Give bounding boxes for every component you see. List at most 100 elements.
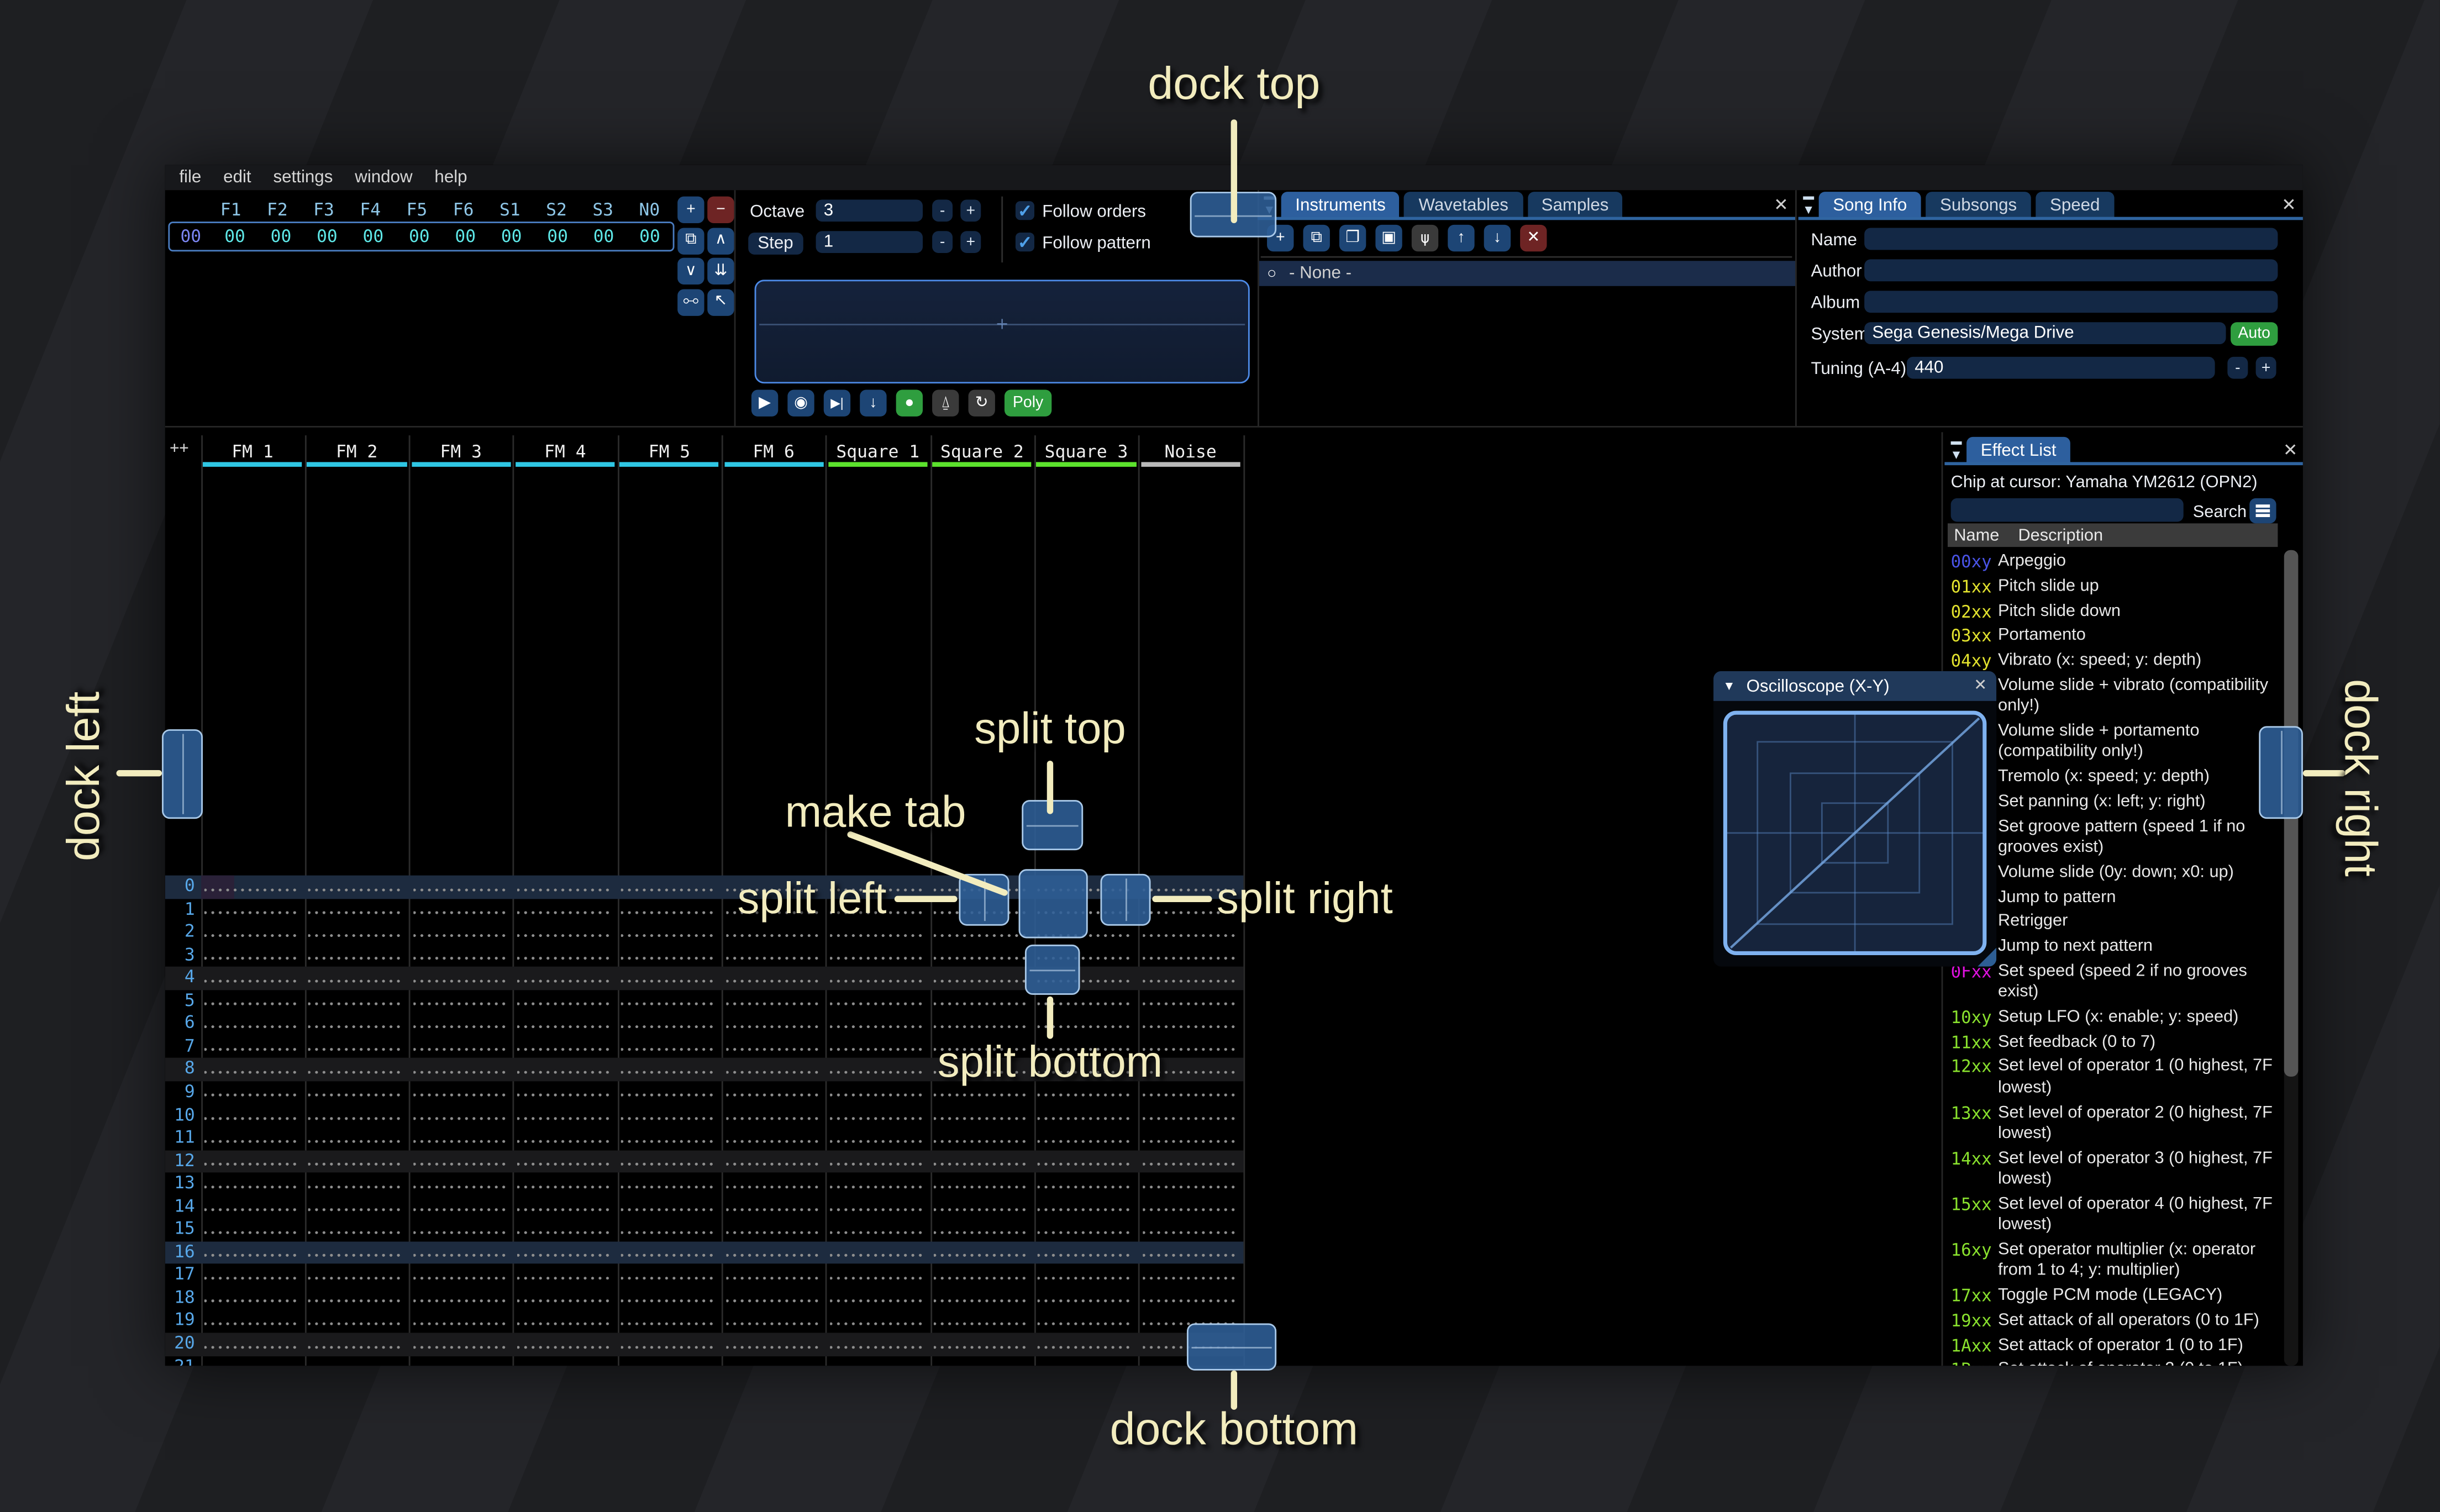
pattern-cell[interactable] [517, 1126, 612, 1150]
move-instrument-down-button[interactable]: ↓ [1484, 224, 1511, 252]
pattern-cell[interactable] [204, 1126, 299, 1150]
pattern-cell[interactable] [413, 1126, 508, 1150]
follow-pattern-label[interactable]: Follow pattern [1042, 234, 1151, 253]
pattern-cell[interactable] [829, 1172, 925, 1196]
pattern-cell[interactable] [413, 921, 508, 944]
effect-row-02xx[interactable]: 02xx Pitch slide down [1948, 599, 2278, 624]
remove-order-button[interactable]: − [707, 196, 734, 223]
pattern-cell[interactable] [308, 1310, 404, 1333]
pattern-cell[interactable] [621, 1150, 716, 1173]
pattern-cell[interactable] [517, 1172, 612, 1196]
menu-help[interactable]: help [434, 168, 467, 187]
effect-row-06xy[interactable]: 06xyVolume slide + portamento (compatibi… [1948, 720, 2278, 766]
pattern-cell[interactable] [1038, 1241, 1133, 1265]
pattern-cell[interactable] [725, 1104, 821, 1127]
pattern-cell[interactable] [308, 1241, 404, 1265]
pattern-cell[interactable] [934, 944, 1029, 967]
play-row-button[interactable]: ▶| [823, 389, 851, 417]
name-input[interactable] [1864, 228, 2278, 250]
pattern-cell[interactable] [829, 921, 925, 944]
pattern-row-3[interactable]: 3 [165, 944, 1244, 967]
effect-row-03xx[interactable]: 03xx Portamento [1948, 624, 2278, 649]
pattern-cell[interactable] [204, 967, 299, 990]
save-instrument-button[interactable]: ▣ [1375, 224, 1402, 252]
order-cell[interactable]: 00 [396, 226, 442, 247]
pattern-cell[interactable] [413, 989, 508, 1013]
pattern-row-15[interactable]: 15 [165, 1218, 1244, 1241]
effect-list-menu-button[interactable] [2249, 498, 2276, 524]
pattern-cell[interactable] [725, 944, 821, 967]
pattern-cell[interactable] [829, 1355, 925, 1366]
pattern-cell[interactable] [934, 1013, 1029, 1036]
pattern-cell[interactable] [517, 1058, 612, 1082]
pattern-cell[interactable] [725, 1150, 821, 1173]
pattern-cell[interactable] [725, 921, 821, 944]
split-target-left[interactable] [959, 873, 1009, 926]
octave-input[interactable] [816, 199, 923, 222]
pattern-cell[interactable] [934, 1150, 1029, 1173]
pattern-row-10[interactable]: 10 [165, 1104, 1244, 1127]
pattern-cell[interactable] [204, 1218, 299, 1241]
tab-song-info[interactable]: Song Info [1818, 192, 1921, 219]
pattern-cell[interactable] [517, 989, 612, 1013]
pattern-cell[interactable] [517, 1310, 612, 1333]
effect-row-1Bxx[interactable]: 1BxxSet attack of operator 2 (0 to 1F) [1948, 1358, 2278, 1366]
pattern-cell[interactable] [621, 1264, 716, 1287]
pattern-cell[interactable] [934, 1104, 1029, 1127]
expand-channels-button[interactable]: ++ [170, 440, 188, 457]
pattern-cell[interactable] [517, 898, 612, 921]
effect-row-01xx[interactable]: 01xx Pitch slide up [1948, 575, 2278, 600]
pattern-cell[interactable] [413, 944, 508, 967]
step-input[interactable] [816, 231, 923, 254]
pattern-cell[interactable] [621, 1126, 716, 1150]
pattern-cell[interactable] [1142, 1287, 1237, 1310]
pattern-cell[interactable] [621, 1013, 716, 1036]
tuning-minus-button[interactable]: - [2227, 356, 2248, 379]
pattern-cell[interactable] [829, 1218, 925, 1241]
pattern-cell[interactable] [413, 1264, 508, 1287]
delete-instrument-button[interactable]: ✕ [1520, 224, 1547, 252]
pattern-row-6[interactable]: 6 [165, 1013, 1244, 1036]
pattern-cell[interactable] [1038, 1332, 1133, 1356]
order-cell[interactable]: 00 [304, 226, 350, 247]
order-row[interactable]: 00 00 00 00 00 00 00 00 00 00 00 [168, 222, 675, 252]
pattern-cell[interactable] [829, 1241, 925, 1265]
tab-list-dropdown-icon[interactable]: ▬▼ [1800, 190, 1817, 217]
pattern-cell[interactable] [621, 1104, 716, 1127]
menu-settings[interactable]: settings [273, 168, 333, 187]
pattern-cell[interactable] [517, 921, 612, 944]
effect-row-00xy[interactable]: 00xy Arpeggio [1948, 550, 2278, 575]
tuning-plus-button[interactable]: + [2255, 356, 2276, 379]
move-instrument-up-button[interactable]: ↑ [1448, 224, 1475, 252]
effect-row-16xy[interactable]: 16xy Set operator multiplier (x: operator… [1948, 1238, 2278, 1284]
pattern-cell[interactable] [1038, 1126, 1133, 1150]
pattern-cell[interactable] [517, 967, 612, 990]
pattern-cell[interactable] [204, 1172, 299, 1196]
deep-clone-order-button[interactable]: ⧟ [677, 288, 704, 315]
pattern-cell[interactable] [934, 1332, 1029, 1356]
instrument-folders-button[interactable]: ⋔ [1411, 224, 1439, 252]
pattern-cell[interactable] [621, 989, 716, 1013]
pattern-row-14[interactable]: 14 [165, 1195, 1244, 1219]
pattern-row-13[interactable]: 13 [165, 1172, 1244, 1196]
pattern-cell[interactable] [1142, 1218, 1237, 1241]
pattern-row-11[interactable]: 11 [165, 1126, 1244, 1150]
pattern-cell[interactable] [517, 1355, 612, 1366]
order-cell[interactable]: 00 [212, 226, 257, 247]
system-input[interactable] [1864, 322, 2226, 345]
pattern-cell[interactable] [204, 875, 299, 899]
effect-row-04xy[interactable]: 04xy Vibrato (x: speed; y: depth) [1948, 649, 2278, 674]
tab-effect-list[interactable]: Effect List [1966, 436, 2071, 464]
pattern-cell[interactable] [829, 1013, 925, 1036]
pattern-cell[interactable] [413, 1150, 508, 1173]
order-edit-mode-button[interactable]: ↖ [707, 288, 734, 315]
pattern-cell[interactable] [1038, 1264, 1133, 1287]
tab-subsongs[interactable]: Subsongs [1926, 192, 2031, 219]
effect-row-08xy[interactable]: 08xySet panning (x: left; y: right) [1948, 790, 2278, 815]
effect-row-07xy[interactable]: 07xyTremolo (x: speed; y: depth) [1948, 766, 2278, 791]
pattern-cell[interactable] [517, 1195, 612, 1219]
pattern-cell[interactable] [829, 1310, 925, 1333]
pattern-cell[interactable] [413, 1035, 508, 1058]
pattern-cell[interactable] [517, 1218, 612, 1241]
pattern-cell[interactable] [621, 1287, 716, 1310]
